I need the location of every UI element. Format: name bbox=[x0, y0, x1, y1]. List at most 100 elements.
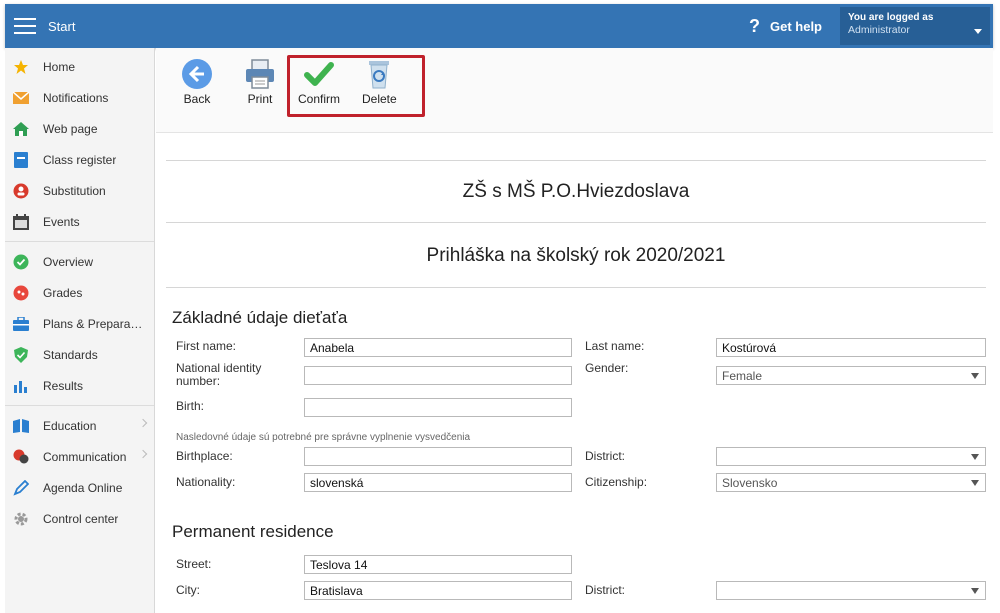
street-label: Street: bbox=[176, 557, 212, 571]
sidebar-item-plans[interactable]: Plans & Preparations bbox=[5, 308, 154, 339]
dropdown-arrow-icon bbox=[971, 454, 979, 460]
sidebar-item-standards[interactable]: Standards bbox=[5, 339, 154, 370]
chevron-down-icon bbox=[974, 29, 982, 34]
dropdown-arrow-icon bbox=[971, 480, 979, 486]
last-name-label: Last name: bbox=[585, 339, 645, 353]
print-button[interactable]: Print bbox=[244, 58, 276, 106]
sidebar-item-label: Notifications bbox=[43, 90, 109, 105]
divider bbox=[166, 287, 986, 288]
sidebar-item-notifications[interactable]: Notifications bbox=[5, 82, 154, 113]
sidebar-item-grades[interactable]: Grades bbox=[5, 277, 154, 308]
application-title: Prihláška na školský rok 2020/2021 bbox=[426, 245, 726, 266]
person-icon bbox=[13, 183, 29, 199]
citizenship-label: Citizenship: bbox=[585, 475, 648, 489]
dropdown-arrow-icon bbox=[971, 373, 979, 379]
chevron-right-icon bbox=[138, 449, 148, 459]
register-icon bbox=[13, 151, 29, 168]
residence-district-label: District: bbox=[585, 583, 625, 597]
birth-label: Birth: bbox=[176, 399, 205, 413]
gender-label: Gender: bbox=[585, 361, 629, 375]
residence-district-select[interactable] bbox=[716, 581, 986, 600]
sidebar-item-label: Communication bbox=[43, 449, 127, 464]
sidebar-item-label: Class register bbox=[43, 152, 117, 167]
sidebar-item-label: Control center bbox=[43, 511, 119, 526]
section-title-residence: Permanent residence bbox=[172, 522, 334, 541]
sidebar-item-substitution[interactable]: Substitution bbox=[5, 175, 154, 206]
sidebar-item-label: Plans & Preparations bbox=[43, 316, 143, 331]
gender-value: Female bbox=[722, 369, 763, 383]
sidebar-item-label: Agenda Online bbox=[43, 480, 123, 495]
gender-select[interactable]: Female bbox=[716, 366, 986, 385]
nationality-input[interactable]: slovenská bbox=[304, 473, 572, 492]
application-form: ZŠ s MŠ P.O.Hviezdoslava Prihláška na šk… bbox=[166, 160, 986, 600]
highlight-box bbox=[287, 55, 425, 117]
sidebar-item-class-register[interactable]: Class register bbox=[5, 144, 154, 175]
get-help-button[interactable]: ? Get help bbox=[749, 16, 822, 37]
get-help-label: Get help bbox=[769, 18, 822, 34]
envelope-icon bbox=[13, 90, 29, 106]
city-input[interactable]: Bratislava bbox=[304, 581, 572, 600]
calendar-icon bbox=[13, 213, 29, 230]
national-id-input[interactable] bbox=[304, 366, 572, 385]
sidebar-item-home[interactable]: Home bbox=[5, 51, 154, 82]
basic-fields: First name: Anabela Last name: Kostúrová… bbox=[166, 334, 986, 600]
citizenship-select[interactable]: Slovensko bbox=[716, 473, 986, 492]
top-bar: Start ? Get help You are logged as Admin… bbox=[5, 4, 993, 48]
sidebar-divider bbox=[5, 405, 154, 406]
sidebar-item-label: Standards bbox=[43, 347, 98, 362]
first-name-label: First name: bbox=[176, 339, 237, 353]
sidebar-item-web-page[interactable]: Web page bbox=[5, 113, 154, 144]
chat-icon bbox=[13, 449, 29, 465]
certificate-note: Nasledovné údaje sú potrebné pre správne… bbox=[176, 432, 471, 443]
school-name: ZŠ s MŠ P.O.Hviezdoslava bbox=[462, 181, 690, 202]
house-icon bbox=[13, 121, 29, 137]
district-select[interactable] bbox=[716, 447, 986, 466]
sidebar: Home Notifications Web page Class regist… bbox=[5, 48, 155, 613]
last-name-input[interactable]: Kostúrová bbox=[716, 338, 986, 357]
sidebar-item-label: Grades bbox=[43, 285, 83, 300]
menu-icon[interactable] bbox=[14, 18, 36, 34]
help-icon: ? bbox=[748, 15, 760, 36]
sidebar-divider bbox=[5, 241, 154, 242]
pen-icon bbox=[13, 479, 29, 496]
sidebar-item-education[interactable]: Education bbox=[5, 410, 154, 441]
sidebar-item-events[interactable]: Events bbox=[5, 206, 154, 237]
start-link[interactable]: Start bbox=[48, 19, 75, 34]
sidebar-item-label: Education bbox=[43, 418, 97, 433]
printer-icon bbox=[244, 58, 276, 90]
gear-icon bbox=[13, 511, 29, 527]
back-arrow-icon bbox=[181, 58, 213, 90]
sidebar-item-communication[interactable]: Communication bbox=[5, 441, 154, 472]
sidebar-item-label: Home bbox=[43, 59, 76, 74]
bar-chart-icon bbox=[13, 378, 29, 394]
birthplace-input[interactable] bbox=[304, 447, 572, 466]
sidebar-item-label: Web page bbox=[43, 121, 98, 136]
sidebar-item-agenda-online[interactable]: Agenda Online bbox=[5, 472, 154, 503]
district-label: District: bbox=[585, 449, 625, 463]
grades-icon bbox=[13, 285, 29, 301]
sidebar-item-overview[interactable]: Overview bbox=[5, 246, 154, 277]
print-label: Print bbox=[247, 92, 273, 106]
birth-input[interactable] bbox=[304, 398, 572, 417]
sidebar-item-control-center[interactable]: Control center bbox=[5, 503, 154, 534]
birthplace-label: Birthplace: bbox=[176, 449, 233, 463]
back-button[interactable]: Back bbox=[181, 58, 213, 106]
shield-check-icon bbox=[13, 346, 29, 363]
city-label: City: bbox=[176, 583, 200, 597]
user-menu[interactable]: You are logged as Administrator bbox=[840, 7, 990, 45]
logged-as-label: You are logged as bbox=[848, 12, 934, 23]
sidebar-item-results[interactable]: Results bbox=[5, 370, 154, 401]
section-title-basic: Základné údaje dieťaťa bbox=[172, 308, 348, 327]
briefcase-icon bbox=[13, 316, 29, 332]
check-circle-icon bbox=[13, 254, 29, 270]
dropdown-arrow-icon bbox=[971, 588, 979, 594]
first-name-input[interactable]: Anabela bbox=[304, 338, 572, 357]
book-icon bbox=[13, 418, 29, 434]
national-id-label: National identity number: bbox=[176, 361, 262, 388]
chevron-right-icon bbox=[138, 418, 148, 428]
sidebar-item-label: Substitution bbox=[43, 183, 106, 198]
street-input[interactable]: Teslova 14 bbox=[304, 555, 572, 574]
citizenship-value: Slovensko bbox=[722, 476, 778, 490]
sidebar-item-label: Overview bbox=[43, 254, 94, 269]
toolbar: Back Print Confirm Delete bbox=[156, 48, 993, 133]
